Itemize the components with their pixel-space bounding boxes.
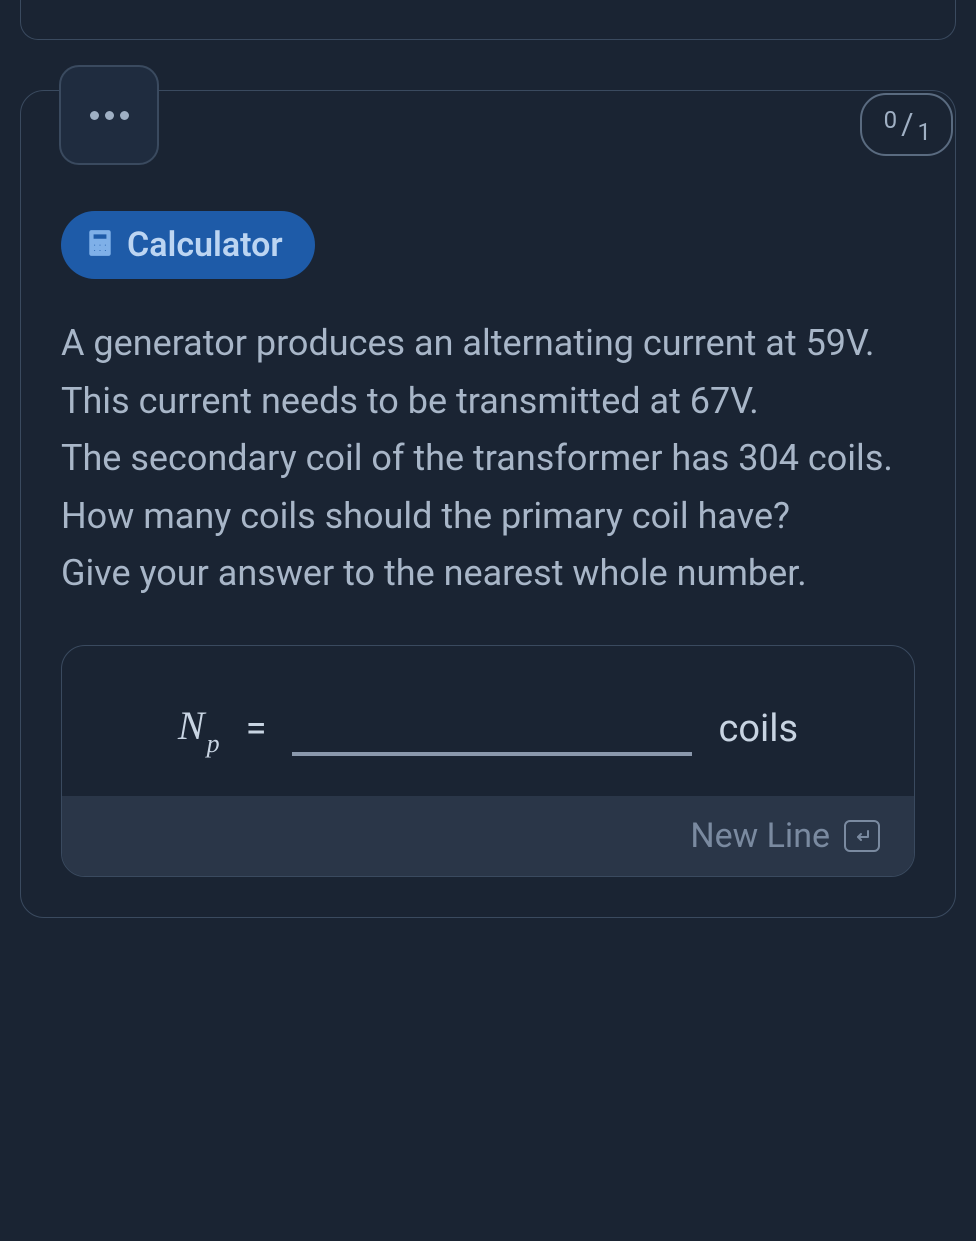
question-line: This current needs to be transmitted at … — [61, 380, 759, 422]
answer-unit: coils — [718, 707, 798, 751]
enter-key-icon — [844, 820, 880, 852]
previous-card-bottom — [20, 0, 956, 40]
variable-subscript: p — [207, 729, 220, 758]
question-text: A generator produces an alternating curr… — [61, 315, 915, 603]
question-line: A generator produces an alternating curr… — [61, 322, 875, 364]
calculator-label: Calculator — [127, 225, 283, 265]
answer-row: Np = coils — [62, 646, 914, 796]
answer-input[interactable] — [292, 702, 692, 756]
variable-base: N — [178, 703, 205, 748]
question-card: 0 / 1 Calculator A generator produ — [20, 90, 956, 918]
question-line: Give your answer to the nearest whole nu… — [61, 552, 807, 594]
score-slash: / — [901, 107, 913, 142]
ellipsis-icon — [105, 111, 114, 120]
answer-box: Np = coils New Line — [61, 645, 915, 877]
question-line: How many coils should the primary coil h… — [61, 495, 790, 537]
question-line: The secondary coil of the transformer ha… — [61, 437, 893, 479]
new-line-label: New Line — [690, 816, 830, 856]
ellipsis-icon — [90, 111, 99, 120]
more-options-button[interactable] — [59, 65, 159, 165]
score-numerator: 0 — [884, 106, 898, 134]
score-badge: 0 / 1 — [860, 93, 953, 156]
variable-label: Np — [178, 702, 220, 755]
ellipsis-icon — [120, 111, 129, 120]
equals-sign: = — [246, 707, 267, 751]
calculator-icon — [87, 228, 113, 262]
new-line-button[interactable]: New Line — [62, 796, 914, 876]
score-denominator: 1 — [918, 118, 932, 146]
calculator-button[interactable]: Calculator — [61, 211, 315, 279]
